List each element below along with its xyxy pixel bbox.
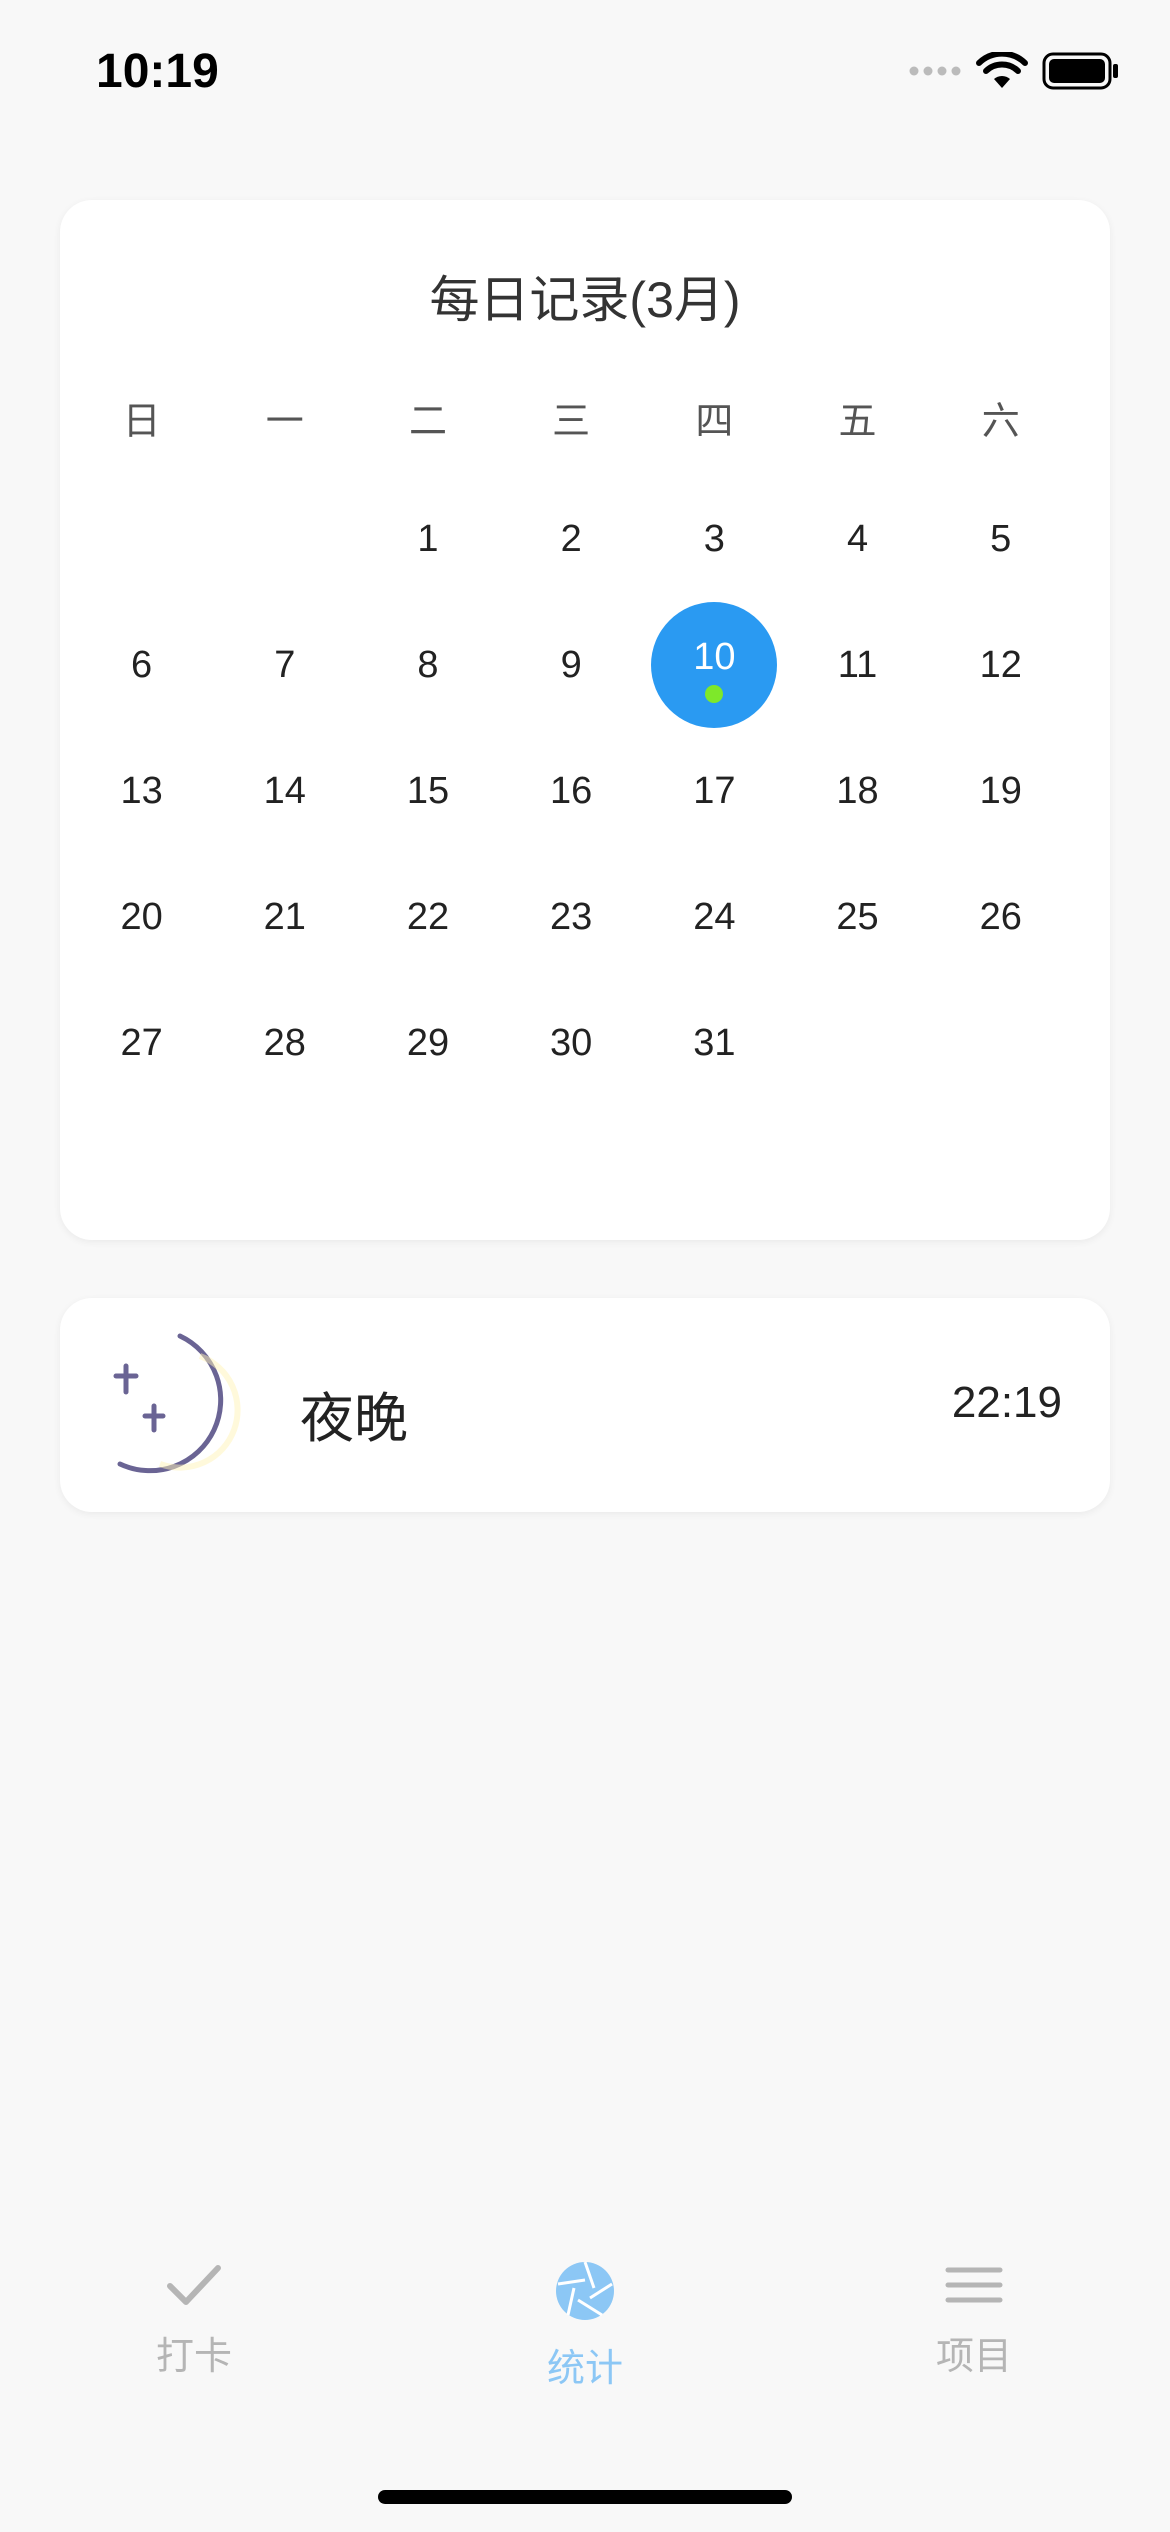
calendar-day-number: 18 — [836, 769, 879, 812]
calendar-day[interactable]: 21 — [213, 854, 356, 980]
calendar-day-number: 26 — [979, 895, 1022, 938]
calendar-day-number: 20 — [120, 895, 163, 938]
calendar-title: 每日记录(3月) — [429, 272, 741, 328]
calendar-day[interactable]: 1 — [356, 476, 499, 602]
tab-bar: 打卡 统计 项目 — [0, 2260, 1170, 2460]
calendar-day[interactable]: 30 — [500, 980, 643, 1106]
calendar-day-number: 22 — [406, 895, 450, 938]
record-marker-dot — [705, 685, 724, 703]
calendar-day-number: 9 — [560, 643, 582, 686]
checkmark-icon — [167, 2265, 221, 2305]
calendar-day[interactable]: 6 — [70, 602, 213, 728]
weekday-label: 二 — [408, 401, 447, 443]
calendar-day-empty — [70, 476, 213, 602]
calendar-day-number: 5 — [990, 517, 1012, 560]
record-time: 22:19 — [951, 1378, 1062, 1427]
calendar-day-number: 10 — [693, 635, 736, 678]
moon-icon — [113, 1333, 241, 1474]
calendar-day-number: 3 — [703, 517, 725, 560]
calendar-day[interactable]: 11 — [786, 602, 929, 728]
status-time: 10:19 — [96, 45, 219, 98]
calendar-day[interactable]: 17 — [643, 728, 786, 854]
calendar-day[interactable]: 9 — [500, 602, 643, 728]
calendar-day-number: 21 — [263, 895, 306, 938]
status-icons — [908, 52, 1120, 90]
tab-stats[interactable]: 统计 — [485, 2260, 685, 2392]
tab-label: 打卡 — [155, 2336, 232, 2378]
calendar-card: 每日记录(3月) 日 一 二 三 四 五 六 1 2 3 4 5 6 7 8 9 10 11 12 13… — [60, 200, 1110, 1240]
calendar-day-number: 2 — [560, 517, 582, 560]
calendar-day[interactable]: 18 — [786, 728, 929, 854]
calendar-day[interactable]: 26 — [929, 854, 1072, 980]
calendar-day-number: 11 — [837, 643, 878, 686]
calendar-day-number: 17 — [693, 769, 736, 812]
calendar-day[interactable]: 23 — [500, 854, 643, 980]
calendar-day-number: 27 — [120, 1021, 163, 1064]
calendar-day[interactable]: 5 — [929, 476, 1072, 602]
calendar-day[interactable]: 28 — [213, 980, 356, 1106]
calendar-day[interactable]: 22 — [356, 854, 499, 980]
calendar-day-number: 13 — [120, 769, 163, 812]
calendar-day-empty — [213, 476, 356, 602]
menu-icon — [945, 2267, 1003, 2303]
calendar-day[interactable]: 12 — [929, 602, 1072, 728]
calendar-day[interactable]: 24 — [643, 854, 786, 980]
calendar-day[interactable]: 29 — [356, 980, 499, 1106]
signal-icon — [909, 66, 961, 76]
status-bar: 10:19 — [0, 0, 1170, 140]
home-indicator — [378, 2490, 792, 2504]
calendar-day[interactable]: 8 — [356, 602, 499, 728]
tab-checkin[interactable]: 打卡 — [94, 2260, 294, 2380]
calendar-day-number: 6 — [131, 643, 153, 686]
calendar-day[interactable]: 3 — [643, 476, 786, 602]
calendar-day[interactable]: 16 — [500, 728, 643, 854]
wifi-icon — [976, 52, 1028, 88]
weekday-label: 四 — [695, 401, 734, 443]
calendar-day-number: 24 — [693, 895, 736, 938]
aperture-icon — [556, 2261, 614, 2320]
weekday-label: 一 — [265, 401, 304, 443]
calendar-day[interactable]: 20 — [70, 854, 213, 980]
calendar-day-selected[interactable]: 10 — [643, 602, 786, 728]
calendar-day[interactable]: 13 — [70, 728, 213, 854]
calendar-days-grid: 1 2 3 4 5 6 7 8 9 10 11 12 13 14 15 16 17 18 19 20 21 22 23 24 2… — [70, 476, 1072, 1106]
record-label: 夜晚 — [300, 1389, 408, 1449]
weekday-header: 日 一 二 三 四 五 六 — [70, 390, 1072, 445]
calendar-day-number: 4 — [846, 517, 869, 560]
tab-label: 统计 — [546, 2348, 623, 2390]
calendar-day-number: 23 — [550, 895, 593, 938]
record-card[interactable]: 夜晚 22:19 — [60, 1298, 1110, 1512]
calendar-day[interactable]: 31 — [643, 980, 786, 1106]
calendar-day[interactable]: 2 — [500, 476, 643, 602]
calendar-day-number: 16 — [550, 769, 593, 812]
calendar-day[interactable]: 15 — [356, 728, 499, 854]
weekday-label: 三 — [552, 401, 591, 443]
calendar-day[interactable]: 7 — [213, 602, 356, 728]
calendar-day[interactable]: 27 — [70, 980, 213, 1106]
calendar-day-number: 1 — [417, 517, 439, 560]
calendar-day-number: 7 — [274, 643, 296, 686]
calendar-day-number: 8 — [417, 643, 439, 686]
calendar-day-number: 15 — [406, 769, 450, 812]
calendar-day-number: 12 — [979, 643, 1022, 686]
calendar-day[interactable]: 19 — [929, 728, 1072, 854]
calendar-day[interactable]: 25 — [786, 854, 929, 980]
weekday-label: 五 — [838, 401, 877, 443]
calendar-day-number: 19 — [979, 769, 1022, 812]
calendar-day-number: 14 — [263, 769, 306, 812]
calendar-day-number: 29 — [406, 1021, 450, 1064]
calendar-day[interactable]: 14 — [213, 728, 356, 854]
calendar-day-number: 31 — [693, 1021, 736, 1064]
weekday-label: 日 — [122, 401, 161, 443]
tab-projects[interactable]: 项目 — [874, 2260, 1074, 2380]
battery-icon — [1042, 52, 1118, 90]
calendar-day-number: 25 — [836, 895, 879, 938]
tab-label: 项目 — [935, 2336, 1012, 2378]
calendar-day-number: 28 — [263, 1021, 306, 1064]
weekday-label: 六 — [981, 401, 1020, 443]
calendar-day[interactable]: 4 — [786, 476, 929, 602]
calendar-day-number: 30 — [550, 1021, 593, 1064]
